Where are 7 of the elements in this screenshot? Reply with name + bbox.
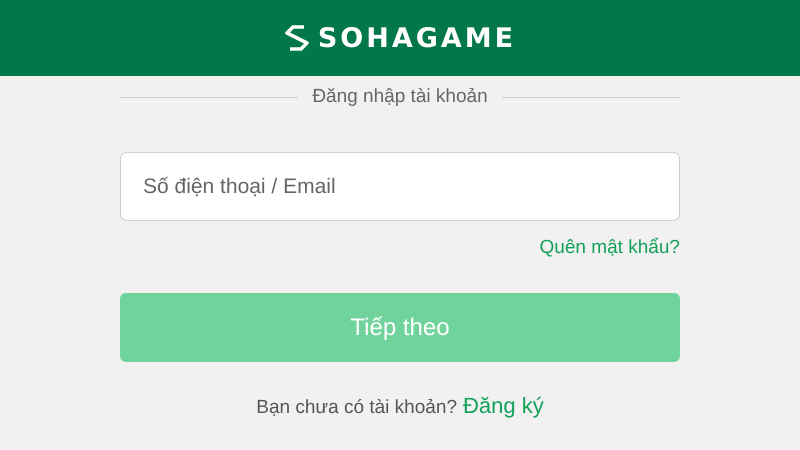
- logo-text: SOHAGAME: [318, 22, 516, 54]
- phone-email-field[interactable]: Số điện thoại / Email: [120, 152, 680, 221]
- signup-prompt: Bạn chưa có tài khoản?: [256, 397, 458, 419]
- login-title: Đăng nhập tài khoản: [312, 86, 488, 108]
- logo-icon: [284, 24, 310, 52]
- signup-link[interactable]: Đăng ký: [463, 393, 544, 419]
- forgot-password-link[interactable]: Quên mật khẩu?: [540, 237, 680, 259]
